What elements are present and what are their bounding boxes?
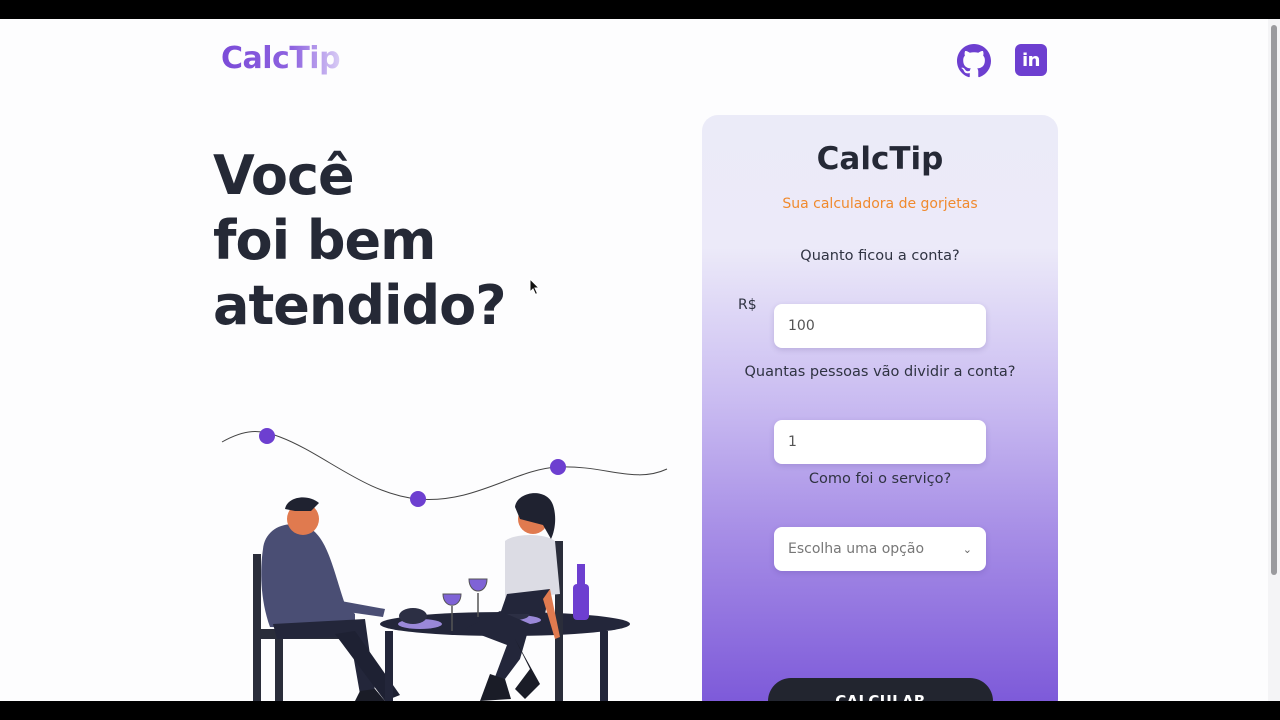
mouse-cursor-icon [529, 278, 541, 296]
currency-label: R$ [738, 297, 757, 313]
hero-line-3: atendido? [213, 274, 507, 337]
calculator-card: CalcTip Sua calculadora de gorjetas Quan… [702, 115, 1058, 701]
hero-line-2: foi bem [213, 209, 436, 272]
calctip-logo[interactable]: CalcTip [221, 41, 341, 76]
people-label: Quantas pessoas vão dividir a conta? [744, 364, 1016, 380]
service-select[interactable]: Escolha uma opção ⌄ [774, 527, 986, 571]
linkedin-icon: in [1022, 49, 1040, 71]
service-label: Como foi o serviço? [808, 471, 952, 487]
service-selected-value: Escolha uma opção [788, 541, 925, 557]
linkedin-link[interactable]: in [1015, 44, 1047, 76]
bill-input[interactable]: 100 [774, 304, 986, 348]
bill-label: Quanto ficou a conta? [800, 248, 960, 264]
browser-viewport: CalcTip in Você foi bem atendido? CalcTi… [0, 19, 1280, 701]
calculate-button[interactable]: CALCULAR [768, 678, 993, 701]
card-title: CalcTip [816, 141, 944, 177]
card-subtitle: Sua calculadora de gorjetas [782, 196, 978, 212]
hero-headline: Você foi bem atendido? [213, 143, 507, 338]
github-link[interactable] [957, 44, 991, 78]
dinner-illustration [221, 428, 668, 701]
github-icon [957, 44, 991, 78]
chevron-down-icon: ⌄ [962, 542, 972, 556]
scrollbar[interactable] [1268, 19, 1280, 701]
scrollbar-thumb[interactable] [1271, 25, 1277, 575]
hero-line-1: Você [213, 144, 355, 207]
people-input[interactable]: 1 [774, 420, 986, 464]
